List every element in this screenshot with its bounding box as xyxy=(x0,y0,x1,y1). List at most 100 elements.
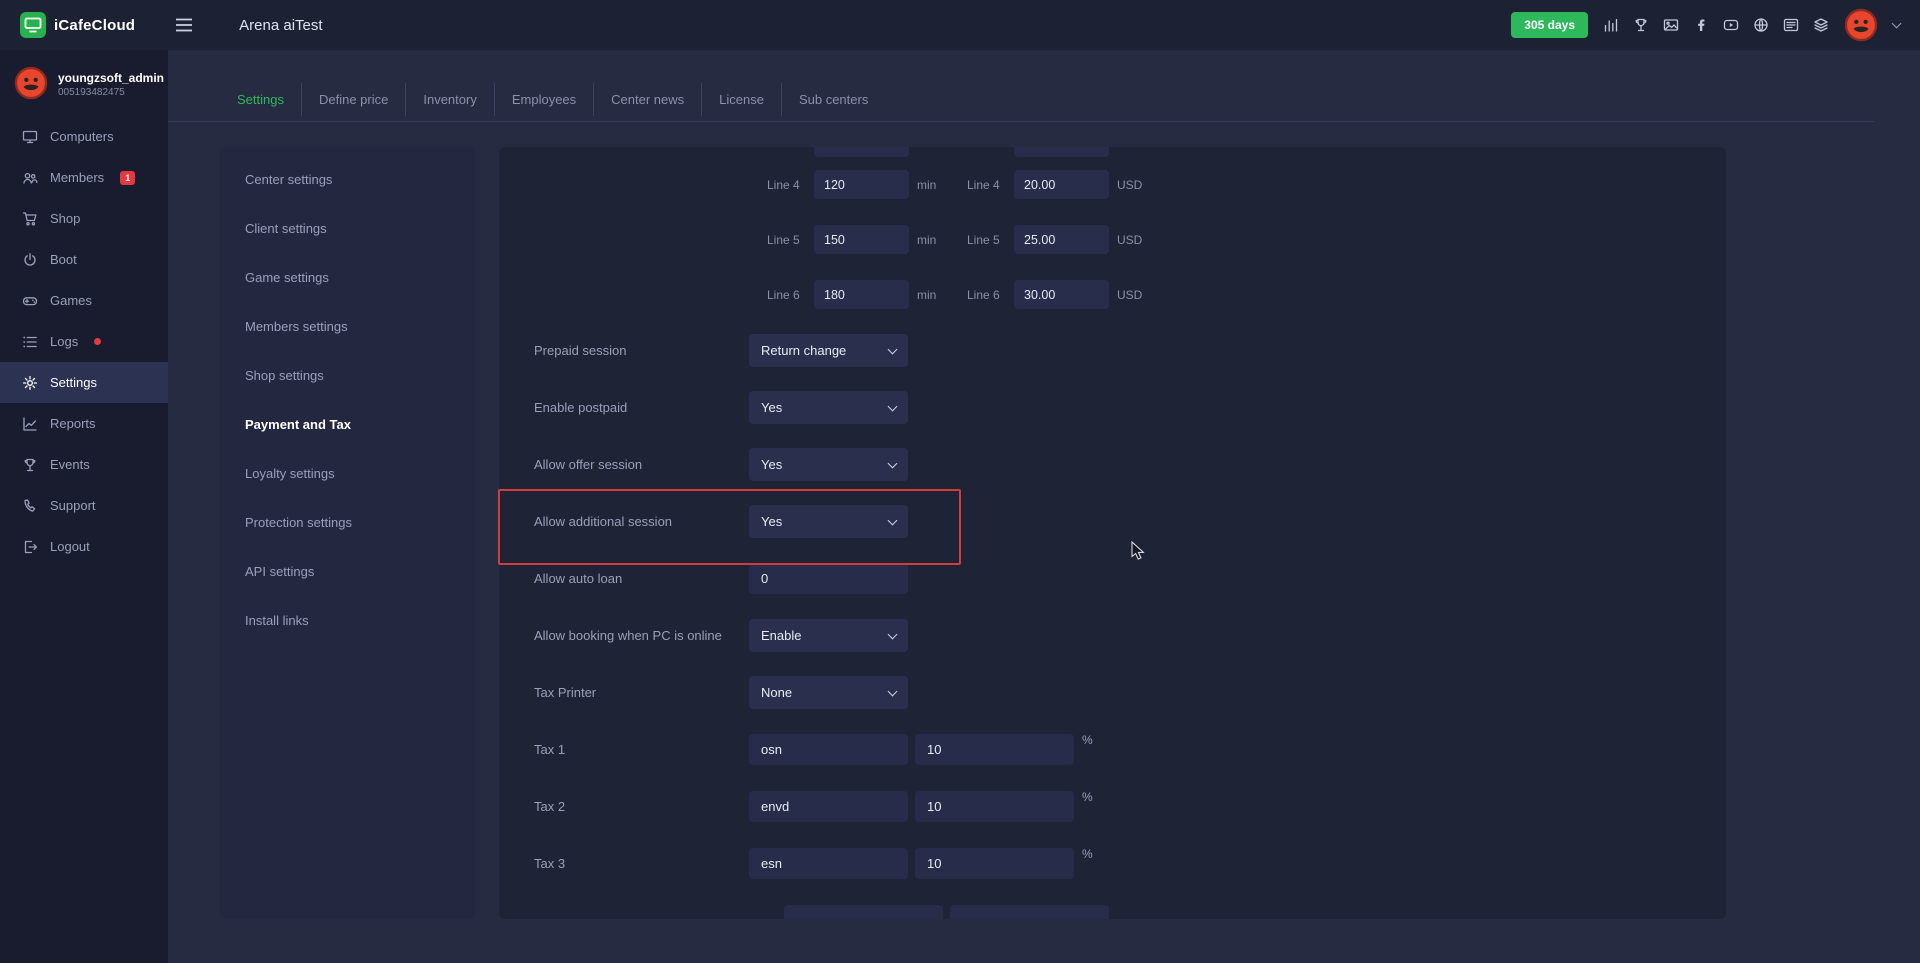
select-value: Yes xyxy=(761,457,782,472)
translate-icon[interactable] xyxy=(1783,17,1799,33)
settings-nav-payment-and-tax[interactable]: Payment and Tax xyxy=(220,400,475,449)
settings-nav-client-settings[interactable]: Client settings xyxy=(220,204,475,253)
clipped-price-row xyxy=(814,147,1726,157)
line-minutes-input[interactable] xyxy=(814,170,909,199)
sidebar-item-logs[interactable]: Logs xyxy=(0,321,168,362)
sidebar-item-boot[interactable]: Boot xyxy=(0,239,168,280)
settings-nav-center-settings[interactable]: Center settings xyxy=(220,155,475,204)
allow-offer-session-select[interactable]: Yes xyxy=(749,448,908,481)
price-line-row: Line 6minLine 6USD xyxy=(767,267,1726,322)
sidebar-item-games[interactable]: Games xyxy=(0,280,168,321)
brand[interactable]: iCafeCloud xyxy=(20,12,135,38)
tab-employees[interactable]: Employees xyxy=(494,83,593,116)
chevron-down-icon xyxy=(888,458,898,468)
user-avatar[interactable] xyxy=(1844,8,1878,42)
brand-name: iCafeCloud xyxy=(54,17,135,34)
stats-icon[interactable] xyxy=(1603,17,1619,33)
gear-icon xyxy=(22,375,38,391)
minutes-unit-label: min xyxy=(917,233,951,247)
clipped-minutes-input[interactable] xyxy=(814,147,909,157)
sidebar-item-logout[interactable]: Logout xyxy=(0,526,168,567)
license-days-badge[interactable]: 305 days xyxy=(1511,12,1588,38)
tax-3-rate-input[interactable] xyxy=(915,848,1074,879)
line-minutes-input[interactable] xyxy=(814,280,909,309)
tab-sub-centers[interactable]: Sub centers xyxy=(781,83,885,116)
settings-nav-members-settings[interactable]: Members settings xyxy=(220,302,475,351)
sidebar-item-events[interactable]: Events xyxy=(0,444,168,485)
enable-postpaid-select[interactable]: Yes xyxy=(749,391,908,424)
tab-center-news[interactable]: Center news xyxy=(593,83,701,116)
profile-chevron-down-icon[interactable] xyxy=(1892,18,1902,28)
layers-icon[interactable] xyxy=(1813,17,1829,33)
settings-nav-shop-settings[interactable]: Shop settings xyxy=(220,351,475,400)
allow-auto-loan-input[interactable] xyxy=(749,563,908,594)
chevron-down-icon xyxy=(888,686,898,696)
settings-nav-api-settings[interactable]: API settings xyxy=(220,547,475,596)
settings-nav-game-settings[interactable]: Game settings xyxy=(220,253,475,302)
menu-toggle-icon[interactable] xyxy=(175,18,193,32)
line-price-input[interactable] xyxy=(1014,280,1109,309)
currency-unit-label: USD xyxy=(1117,288,1151,302)
facebook-icon[interactable] xyxy=(1693,17,1709,33)
sidebar-item-computers[interactable]: Computers xyxy=(0,116,168,157)
setting-label: Allow additional session xyxy=(534,514,749,529)
sidebar-item-label: Boot xyxy=(50,252,77,267)
prepaid-session-select[interactable]: Return change xyxy=(749,334,908,367)
sidebar-item-reports[interactable]: Reports xyxy=(0,403,168,444)
sidebar-item-label: Logout xyxy=(50,539,90,554)
tab-license[interactable]: License xyxy=(701,83,781,116)
clipped-price-input[interactable] xyxy=(1014,147,1109,157)
setting-row-tax-printer: Tax Printer None xyxy=(499,664,1726,721)
tax-1-rate-input[interactable] xyxy=(915,734,1074,765)
youtube-icon[interactable] xyxy=(1723,17,1739,33)
tab-define-price[interactable]: Define price xyxy=(301,83,405,116)
gamepad-icon xyxy=(22,293,38,309)
setting-row-tax-1: Tax 1% xyxy=(499,721,1726,778)
clipped-tax-rate-input[interactable] xyxy=(950,905,1109,919)
members-count-badge: 1 xyxy=(120,171,135,185)
settings-nav-loyalty-settings[interactable]: Loyalty settings xyxy=(220,449,475,498)
setting-label: Tax Printer xyxy=(534,685,749,700)
logs-icon xyxy=(22,334,38,350)
tax-printer-select[interactable]: None xyxy=(749,676,908,709)
setting-label: Enable postpaid xyxy=(534,400,749,415)
sidebar-item-support[interactable]: Support xyxy=(0,485,168,526)
sidebar-item-shop[interactable]: Shop xyxy=(0,198,168,239)
user-block: youngzsoft_admin 005193482475 xyxy=(0,50,168,116)
line-price-input[interactable] xyxy=(1014,225,1109,254)
tab-inventory[interactable]: Inventory xyxy=(405,83,493,116)
sidebar-user-avatar xyxy=(14,66,48,100)
chevron-down-icon xyxy=(888,515,898,525)
allow-booking-when-pc-is-online-select[interactable]: Enable xyxy=(749,619,908,652)
line-minutes-input[interactable] xyxy=(814,225,909,254)
line-price-input[interactable] xyxy=(1014,170,1109,199)
sidebar-item-members[interactable]: Members1 xyxy=(0,157,168,198)
setting-label: Allow auto loan xyxy=(534,571,749,586)
settings-nav-install-links[interactable]: Install links xyxy=(220,596,475,645)
tax-1-name-input[interactable] xyxy=(749,734,908,765)
sidebar-item-settings[interactable]: Settings xyxy=(0,362,168,403)
photo-icon[interactable] xyxy=(1663,17,1679,33)
price-line-row: Line 4minLine 4USD xyxy=(767,157,1726,212)
line-minutes-label: Line 4 xyxy=(767,178,814,192)
setting-label: Tax 3 xyxy=(534,856,749,871)
allow-additional-session-select[interactable]: Yes xyxy=(749,505,908,538)
tax-3-name-input[interactable] xyxy=(749,848,908,879)
clipped-tax-name-input[interactable] xyxy=(784,905,943,919)
setting-row-tax-3: Tax 3% xyxy=(499,835,1726,892)
sidebar-item-label: Games xyxy=(50,293,92,308)
select-value: None xyxy=(761,685,792,700)
tab-settings[interactable]: Settings xyxy=(220,83,301,116)
center-tabs: SettingsDefine priceInventoryEmployeesCe… xyxy=(168,50,1874,122)
sidebar-item-label: Shop xyxy=(50,211,80,226)
settings-nav-protection-settings[interactable]: Protection settings xyxy=(220,498,475,547)
tax-2-name-input[interactable] xyxy=(749,791,908,822)
globe-icon[interactable] xyxy=(1753,17,1769,33)
sidebar-item-label: Support xyxy=(50,498,96,513)
cart-icon xyxy=(22,211,38,227)
trophy-icon[interactable] xyxy=(1633,17,1649,33)
tax-2-rate-input[interactable] xyxy=(915,791,1074,822)
sidebar-item-label: Events xyxy=(50,457,90,472)
chevron-down-icon xyxy=(888,401,898,411)
line-minutes-label: Line 5 xyxy=(767,233,814,247)
